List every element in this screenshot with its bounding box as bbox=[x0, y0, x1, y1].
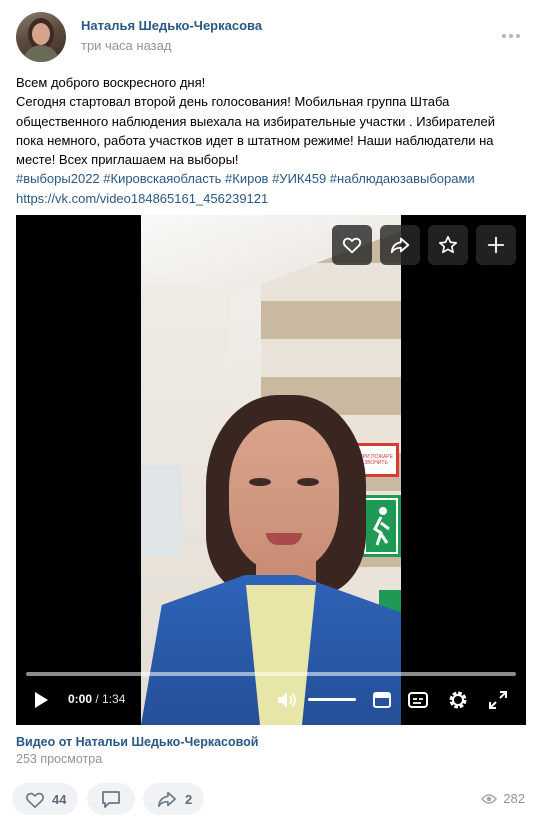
post-hashtags[interactable]: #выборы2022 #Кировскаяобласть #Киров #УИ… bbox=[16, 169, 516, 188]
repost-button[interactable]: 2 bbox=[143, 783, 205, 815]
fullscreen-icon bbox=[489, 691, 507, 709]
comment-icon bbox=[102, 791, 120, 808]
video-views: 253 просмотра bbox=[16, 752, 103, 766]
like-button[interactable]: 44 bbox=[12, 783, 79, 815]
share-icon bbox=[390, 237, 410, 254]
post-time[interactable]: три часа назад bbox=[81, 38, 171, 53]
heart-icon bbox=[342, 237, 362, 254]
post-link[interactable]: https://vk.com/video184865161_456239121 bbox=[16, 189, 516, 208]
volume-slider[interactable] bbox=[308, 698, 356, 701]
plus-icon bbox=[487, 236, 505, 254]
miniplayer-icon bbox=[373, 692, 391, 708]
subtitles-icon bbox=[408, 692, 428, 708]
add-video-button[interactable] bbox=[476, 225, 516, 265]
post-text-line: Всем доброго воскресного дня! bbox=[16, 75, 206, 90]
video-player[interactable]: ПРИ ПОЖАРЕ ЗВОНИТЬ 0:00 / 1:34 bbox=[16, 215, 526, 725]
repost-count: 2 bbox=[185, 791, 193, 807]
post-text-line: Сегодня стартовал второй день голосовани… bbox=[16, 94, 450, 110]
like-count: 44 bbox=[52, 791, 67, 807]
video-duration: 1:34 bbox=[102, 692, 126, 706]
fullscreen-button[interactable] bbox=[485, 683, 511, 717]
video-title[interactable]: Видео от Натальи Шедько-Черкасовой bbox=[16, 735, 259, 749]
volume-button[interactable] bbox=[274, 683, 300, 717]
post-text: Всем доброго воскресного дня! Сегодня ст… bbox=[16, 73, 516, 208]
settings-button[interactable] bbox=[445, 683, 471, 717]
exit-sign bbox=[361, 495, 401, 557]
video-timecode: 0:00 / 1:34 bbox=[68, 692, 125, 706]
author-avatar[interactable] bbox=[16, 12, 66, 62]
post-text-line: общественного наблюдения выехала на изби… bbox=[16, 113, 495, 129]
time-separator: / bbox=[92, 692, 103, 706]
post-text-line: месте! Всех приглашаем на выборы! bbox=[16, 152, 239, 168]
star-icon bbox=[438, 235, 458, 254]
more-icon[interactable] bbox=[499, 26, 523, 46]
post-views: 282 bbox=[481, 791, 525, 806]
post-header: Наталья Шедько-Черкасова три часа назад bbox=[16, 12, 523, 62]
eye-icon bbox=[481, 793, 498, 804]
subtitles-button[interactable] bbox=[405, 683, 431, 717]
share-icon bbox=[158, 791, 176, 808]
play-button[interactable] bbox=[28, 683, 54, 717]
view-count: 282 bbox=[503, 791, 525, 806]
settings-icon bbox=[449, 691, 467, 709]
bookmark-video-button[interactable] bbox=[428, 225, 468, 265]
miniplayer-button[interactable] bbox=[370, 683, 394, 717]
post-text-line: пока немного, работа участков идет в шта… bbox=[16, 132, 494, 148]
author-name[interactable]: Наталья Шедько-Черкасова bbox=[81, 18, 262, 33]
heart-icon bbox=[26, 792, 44, 808]
post-card: Наталья Шедько-Черкасова три часа назад … bbox=[0, 0, 539, 829]
video-progress-bar[interactable] bbox=[26, 672, 516, 676]
share-video-button[interactable] bbox=[380, 225, 420, 265]
video-controls: 0:00 / 1:34 bbox=[16, 683, 526, 717]
current-time: 0:00 bbox=[68, 692, 93, 706]
play-icon bbox=[35, 692, 48, 708]
volume-icon bbox=[278, 692, 296, 708]
comment-button[interactable] bbox=[87, 783, 135, 815]
like-video-button[interactable] bbox=[332, 225, 372, 265]
video-frame: ПРИ ПОЖАРЕ ЗВОНИТЬ bbox=[141, 215, 401, 725]
